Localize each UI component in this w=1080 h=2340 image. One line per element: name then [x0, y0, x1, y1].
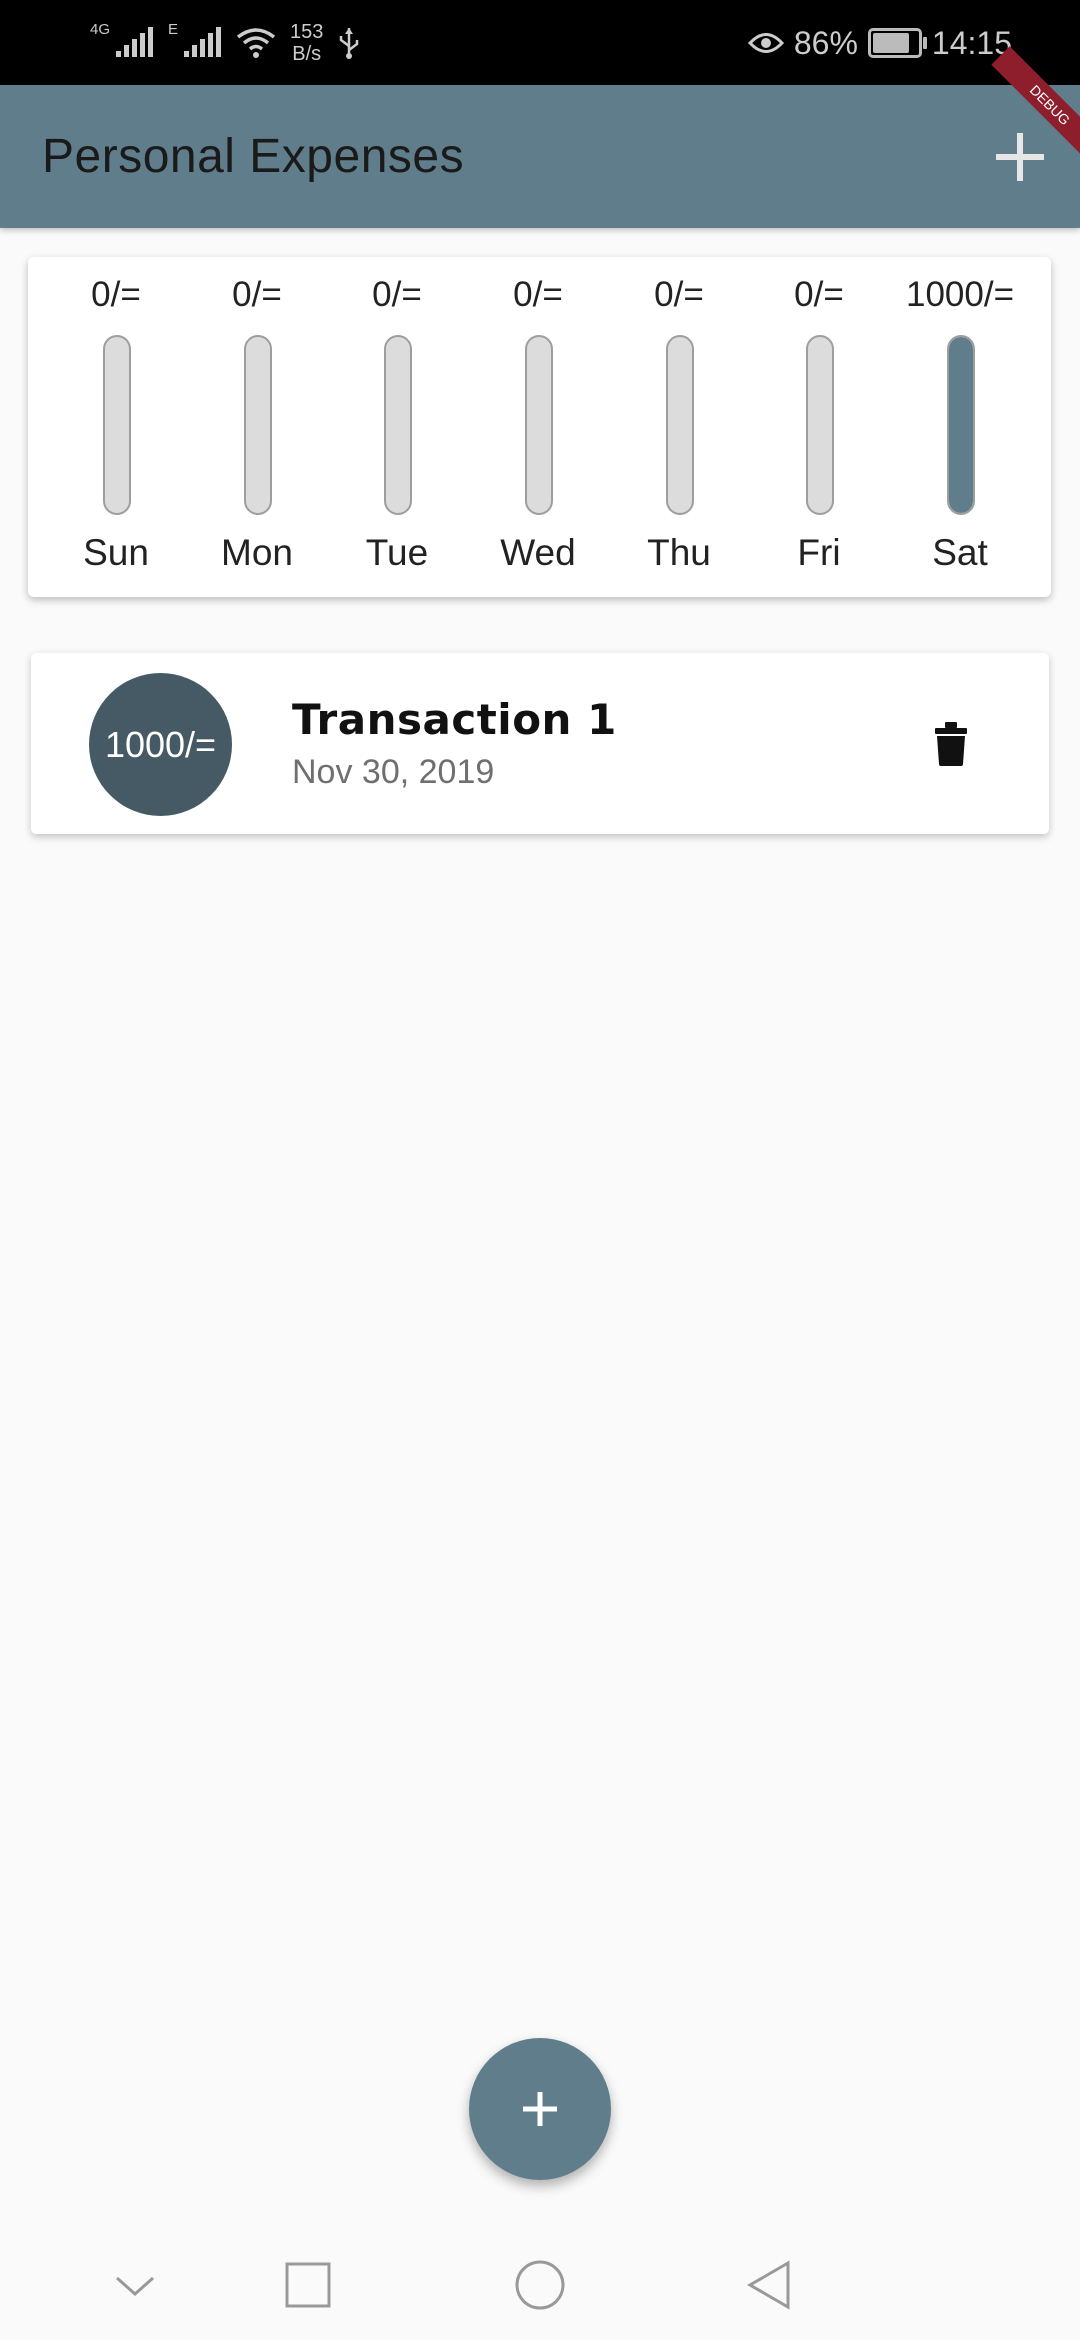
- plus-icon: [996, 133, 1044, 181]
- bar-track: [244, 335, 272, 515]
- status-right: 86% 14:15: [747, 18, 1012, 68]
- chart-bar-mon: 0/= Mon: [187, 257, 327, 597]
- chart-bar-fri: 0/= Fri: [749, 257, 889, 597]
- status-left: 4G E 153 B/s: [90, 18, 361, 68]
- network-type-label-2: E: [168, 20, 179, 38]
- bar-day-label: Thu: [647, 532, 711, 573]
- app-bar: Personal Expenses: [0, 85, 1080, 228]
- chart-bar-sat: 1000/= Sat: [890, 257, 1030, 597]
- transaction-card: 1000/= Transaction 1 Nov 30, 2019: [31, 653, 1049, 834]
- bar-day-label: Sat: [932, 532, 988, 573]
- nav-recents-button[interactable]: [273, 2250, 343, 2320]
- bar-amount-label: 0/=: [372, 275, 422, 314]
- nav-home-button[interactable]: [505, 2250, 575, 2320]
- trash-icon: [935, 722, 967, 766]
- battery-percent: 86%: [793, 24, 858, 61]
- battery-icon: [867, 28, 927, 58]
- chart-bar-thu: 0/= Thu: [609, 257, 749, 597]
- delete-transaction-button[interactable]: [921, 713, 981, 773]
- transaction-amount-avatar: 1000/=: [89, 673, 232, 816]
- chart-bar-tue: 0/= Tue: [327, 257, 467, 597]
- chevron-down-icon: [116, 2276, 154, 2297]
- plus-icon: [523, 2092, 557, 2126]
- signal-icon-2: [184, 27, 222, 57]
- back-triangle-icon: [747, 2260, 790, 2310]
- circle-icon: [515, 2260, 565, 2310]
- wifi-icon: [236, 28, 276, 58]
- bar-track: [384, 335, 412, 515]
- page-title: Personal Expenses: [42, 130, 465, 183]
- bar-day-label: Sun: [83, 532, 149, 573]
- bar-track: [947, 335, 975, 515]
- bar-day-label: Mon: [221, 532, 293, 573]
- battery-level: [872, 33, 910, 53]
- bar-track: [806, 335, 834, 515]
- add-fab-button[interactable]: [469, 2038, 611, 2180]
- bar-amount-label: 1000/=: [905, 275, 1015, 314]
- system-nav-bar: [0, 2230, 1080, 2340]
- network-speed: 153 B/s: [290, 21, 323, 65]
- chart-bar-wed: 0/= Wed: [468, 257, 608, 597]
- transaction-title: Transaction 1: [292, 695, 617, 744]
- network-type-label: 4G: [90, 20, 111, 38]
- transaction-date: Nov 30, 2019: [292, 753, 495, 791]
- bar-track: [103, 335, 131, 515]
- bar-fill: [949, 337, 973, 513]
- square-icon: [285, 2262, 331, 2308]
- weekly-chart: 0/= Sun 0/= Mon 0/= Tue 0/= Wed 0/= Thu 0/= Fri 1000…: [28, 257, 1051, 597]
- bar-track: [666, 335, 694, 515]
- bar-track: [525, 335, 553, 515]
- bar-amount-label: 0/=: [654, 275, 704, 314]
- add-transaction-button[interactable]: [980, 117, 1060, 197]
- nav-hide-button[interactable]: [100, 2250, 170, 2320]
- bar-amount-label: 0/=: [794, 275, 844, 314]
- bar-amount-label: 0/=: [91, 275, 141, 314]
- bar-day-label: Fri: [797, 532, 841, 573]
- bar-day-label: Wed: [500, 532, 576, 573]
- usb-icon: [340, 28, 359, 59]
- bar-amount-label: 0/=: [513, 275, 563, 314]
- bar-day-label: Tue: [365, 532, 429, 573]
- speed-unit: B/s: [292, 43, 322, 65]
- speed-value: 153: [290, 21, 324, 43]
- bar-amount-label: 0/=: [232, 275, 282, 314]
- eye-icon: [747, 33, 784, 53]
- status-bar: 4G E 153 B/s 86% 14:15: [0, 0, 1080, 85]
- nav-back-button[interactable]: [733, 2250, 803, 2320]
- signal-icon: [116, 27, 154, 57]
- chart-bar-sun: 0/= Sun: [46, 257, 186, 597]
